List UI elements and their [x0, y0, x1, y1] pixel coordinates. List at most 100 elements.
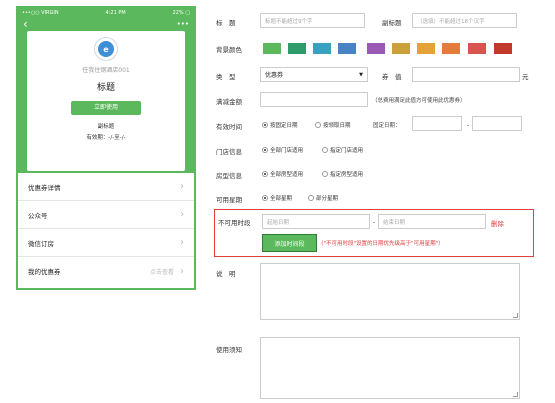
radio-dot: [322, 147, 328, 153]
unavailable-start-input[interactable]: 起始日期: [262, 214, 370, 229]
store-label: 门店信息: [216, 148, 242, 156]
chevron-right-icon: ›: [180, 237, 184, 248]
add-period-button[interactable]: 添加时间段: [262, 234, 317, 252]
logo-mark: e: [98, 41, 114, 57]
subtitle-input[interactable]: （选填）不能超过18个汉字: [412, 13, 517, 28]
description-textarea[interactable]: [260, 263, 520, 320]
type-select-value: 优惠券: [265, 72, 284, 79]
radio-dot: [262, 195, 268, 201]
radio-partial-weekdays[interactable]: 部分星期: [308, 194, 338, 202]
radio-label: 部分星期: [316, 196, 339, 202]
menu-item-wechat-booking[interactable]: 微信订房 ›: [18, 229, 194, 257]
amount-unit: 元: [522, 73, 529, 81]
resize-handle[interactable]: [513, 313, 518, 318]
coupon-validity: 有效期：-/-至-/-: [86, 135, 126, 141]
color-swatch-gold[interactable]: [392, 43, 410, 54]
chevron-right-icon: ›: [180, 181, 184, 192]
menu-item-coupon-detail[interactable]: 优惠券详情 ›: [18, 173, 194, 201]
radio-specified-stores[interactable]: 指定门店适用: [322, 146, 363, 154]
preview-menu: 优惠券详情 › 公众号 › 微信订房 › 我的优惠券 点击查看 ›: [18, 173, 194, 285]
unavailable-period-label: 不可用时段: [218, 219, 251, 227]
radio-label: 按领取日期: [323, 123, 351, 129]
radio-fixed-date[interactable]: 按固定日期: [262, 121, 298, 129]
min-amount-input[interactable]: [260, 92, 368, 107]
title-label: 标 题: [216, 19, 236, 27]
date-range-separator: -: [467, 121, 470, 129]
valid-time-label: 有效时间: [216, 123, 242, 131]
radio-label: 指定房型适用: [330, 172, 364, 178]
color-swatch-orange[interactable]: [442, 43, 460, 54]
caret-down-icon: ▼: [359, 71, 363, 78]
color-swatch-blue[interactable]: [338, 43, 356, 54]
radio-label: 全部星期: [270, 196, 293, 202]
menu-item-label: 我的优惠券: [28, 268, 61, 276]
coupon-form: 标 题 标题不能超过9个字 副标题 （选填）不能超过18个汉字 背景颜色 类 型…: [210, 0, 555, 403]
chevron-right-icon: ›: [180, 265, 184, 277]
color-swatch-dark-green[interactable]: [288, 43, 306, 54]
room-type-label: 房型信息: [216, 172, 242, 180]
hotel-logo: e: [94, 37, 118, 61]
radio-receive-date[interactable]: 按领取日期: [315, 121, 351, 129]
fixed-date-label: 固定日期：: [373, 123, 401, 129]
chevron-left-icon[interactable]: ‹: [23, 17, 28, 31]
battery-text: 22% ▢: [172, 9, 190, 16]
type-label: 类 型: [216, 73, 236, 81]
description-label: 说 明: [216, 270, 236, 278]
usage-notice-textarea[interactable]: [260, 337, 520, 399]
coupon-subtitle: 副标题: [97, 124, 115, 130]
type-select[interactable]: 优惠券 ▼: [260, 67, 368, 82]
color-swatch-dark-red[interactable]: [494, 43, 512, 54]
radio-all-weekdays[interactable]: 全部星期: [262, 194, 292, 202]
color-swatch-green[interactable]: [263, 43, 281, 54]
radio-label: 全部门店适用: [270, 148, 304, 154]
delete-period-link[interactable]: 删除: [491, 218, 504, 228]
fixed-date-start-input[interactable]: [412, 116, 462, 131]
menu-item-my-coupons[interactable]: 我的优惠券 点击查看 ›: [18, 257, 194, 285]
subtitle-label: 副标题: [382, 19, 402, 27]
fixed-date-end-input[interactable]: [472, 116, 522, 131]
menu-item-label: 公众号: [28, 211, 48, 220]
unavailable-end-input[interactable]: 结束日期: [378, 214, 486, 229]
radio-dot: [262, 122, 268, 128]
date-range-separator: -: [373, 218, 376, 226]
color-swatch-teal[interactable]: [313, 43, 331, 54]
coupon-card: e 任我住钢酒店001 标题 立即使用 副标题 有效期：-/-至-/-: [27, 31, 185, 171]
radio-all-rooms[interactable]: 全部房型适用: [262, 170, 303, 178]
radio-label: 指定门店适用: [330, 148, 364, 154]
radio-label: 按固定日期: [270, 123, 298, 129]
time-text: 4:21 PM: [105, 9, 126, 16]
week-label: 可用星期: [216, 196, 242, 204]
nav-bar: ‹ •••: [18, 17, 194, 31]
unavailable-period-note: （"不可用时段"设置的日期优先级高于"可用星期"）: [318, 241, 444, 247]
color-swatch-yellow[interactable]: [417, 43, 435, 54]
status-bar: •••○○ VIRGIN 4:21 PM 22% ▢: [18, 8, 194, 17]
menu-item-official-account[interactable]: 公众号 ›: [18, 201, 194, 229]
title-input[interactable]: 标题不能超过9个字: [260, 13, 365, 28]
color-swatch-red[interactable]: [468, 43, 486, 54]
radio-dot: [262, 147, 268, 153]
coupon-card-bg: e 任我住钢酒店001 标题 立即使用 副标题 有效期：-/-至-/-: [18, 31, 194, 173]
radio-dot: [308, 195, 314, 201]
amount-label: 券 值: [382, 73, 402, 81]
radio-specified-rooms[interactable]: 指定房型适用: [322, 170, 363, 178]
coupon-title: 标题: [96, 83, 115, 93]
bg-color-label: 背景颜色: [216, 46, 242, 54]
min-amount-label: 满减金额: [216, 98, 242, 106]
use-now-button[interactable]: 立即使用: [71, 101, 141, 115]
radio-dot: [315, 122, 321, 128]
menu-item-label: 微信订房: [28, 239, 54, 248]
menu-item-hint: 点击查看: [149, 268, 174, 276]
resize-handle[interactable]: [513, 392, 518, 397]
radio-label: 全部房型适用: [270, 172, 304, 178]
color-swatch-purple[interactable]: [367, 43, 385, 54]
amount-input[interactable]: [412, 67, 520, 82]
more-icon[interactable]: •••: [177, 20, 189, 28]
radio-dot: [262, 171, 268, 177]
min-amount-note: （总费用满足此值方可使用此优惠券）: [372, 98, 466, 104]
carrier-text: •••○○ VIRGIN: [22, 9, 59, 16]
chevron-right-icon: ›: [180, 209, 184, 220]
usage-notice-label: 使用须知: [216, 346, 242, 354]
radio-all-stores[interactable]: 全部门店适用: [262, 146, 303, 154]
menu-item-label: 优惠券详情: [28, 183, 61, 192]
radio-dot: [322, 171, 328, 177]
